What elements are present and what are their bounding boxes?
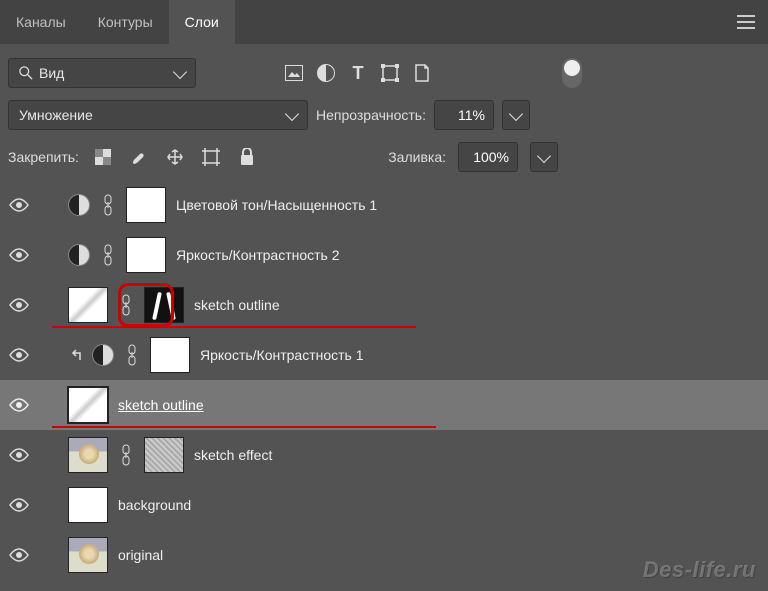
chevron-down-icon <box>509 106 523 120</box>
opacity-value[interactable]: 11% <box>434 100 494 130</box>
layer-row[interactable]: Цветовой тон/Насыщенность 1 <box>0 180 768 230</box>
visibility-icon[interactable] <box>8 244 30 266</box>
watermark: Des-life.ru <box>643 557 756 583</box>
layer-thumbnail[interactable] <box>68 287 108 323</box>
mask-thumbnail[interactable] <box>150 337 190 373</box>
chevron-down-icon <box>173 64 187 78</box>
search-icon <box>19 66 33 80</box>
visibility-icon[interactable] <box>8 344 30 366</box>
visibility-icon[interactable] <box>8 394 30 416</box>
layer-row[interactable]: Яркость/Контрастность 2 <box>0 230 768 280</box>
opacity-label: Непрозрачность: <box>316 107 426 123</box>
layer-name: sketch outline <box>194 297 280 313</box>
adjustment-icon <box>92 344 114 366</box>
tab-layers[interactable]: Слои <box>169 0 235 44</box>
lock-label: Закрепить: <box>8 149 79 165</box>
clipping-mask-icon <box>68 348 82 362</box>
chevron-down-icon <box>285 106 299 120</box>
link-icon[interactable] <box>118 443 134 467</box>
layer-name: Цветовой тон/Насыщенность 1 <box>176 197 377 213</box>
layer-thumbnail[interactable] <box>68 437 108 473</box>
layer-row[interactable]: sketch outline <box>0 280 768 330</box>
mask-thumbnail[interactable] <box>144 287 184 323</box>
filter-smartobject-icon[interactable] <box>410 61 434 85</box>
layer-name: background <box>118 497 191 513</box>
panel-menu-icon[interactable] <box>724 0 768 44</box>
layer-name: original <box>118 547 163 563</box>
visibility-icon[interactable] <box>8 294 30 316</box>
filter-image-icon[interactable] <box>282 61 306 85</box>
layer-filter-dropdown[interactable]: Вид <box>8 58 196 88</box>
visibility-icon[interactable] <box>8 494 30 516</box>
link-icon[interactable] <box>118 293 134 317</box>
opacity-stepper[interactable] <box>502 100 530 130</box>
tab-channels[interactable]: Каналы <box>0 0 82 44</box>
layer-thumbnail[interactable] <box>68 537 108 573</box>
link-icon[interactable] <box>100 193 116 217</box>
filter-adjustment-icon[interactable] <box>314 61 338 85</box>
mask-thumbnail[interactable] <box>144 437 184 473</box>
annotation-underline <box>52 326 416 328</box>
lock-paint-icon[interactable] <box>127 145 151 169</box>
layer-thumbnail[interactable] <box>68 387 108 423</box>
blend-mode-value: Умножение <box>19 107 93 123</box>
view-filter-label: Вид <box>39 65 64 81</box>
layer-row[interactable]: Яркость/Контрастность 1 <box>0 330 768 380</box>
layer-name: Яркость/Контрастность 2 <box>176 247 340 263</box>
lock-position-icon[interactable] <box>163 145 187 169</box>
filter-type-icon[interactable]: T <box>346 61 370 85</box>
layer-thumbnail[interactable] <box>68 487 108 523</box>
visibility-icon[interactable] <box>8 444 30 466</box>
link-icon[interactable] <box>100 243 116 267</box>
visibility-icon[interactable] <box>8 544 30 566</box>
adjustment-icon <box>68 194 90 216</box>
layer-row-selected[interactable]: sketch outline <box>0 380 768 430</box>
tab-paths[interactable]: Контуры <box>82 0 169 44</box>
layer-row[interactable]: background <box>0 480 768 530</box>
chevron-down-icon <box>537 148 551 162</box>
adjustment-icon <box>68 244 90 266</box>
mask-thumbnail[interactable] <box>126 237 166 273</box>
layer-name: sketch outline <box>118 397 204 413</box>
lock-artboard-icon[interactable] <box>199 145 223 169</box>
fill-value[interactable]: 100% <box>458 142 518 172</box>
layer-name: sketch effect <box>194 447 272 463</box>
fill-stepper[interactable] <box>530 142 558 172</box>
lock-all-icon[interactable] <box>235 145 259 169</box>
fill-label: Заливка: <box>388 149 446 165</box>
filter-toggle[interactable] <box>562 58 582 88</box>
blend-mode-dropdown[interactable]: Умножение <box>8 100 308 130</box>
link-icon[interactable] <box>124 343 140 367</box>
visibility-icon[interactable] <box>8 194 30 216</box>
annotation-underline <box>52 426 436 428</box>
layer-name: Яркость/Контрастность 1 <box>200 347 364 363</box>
mask-thumbnail[interactable] <box>126 187 166 223</box>
lock-transparency-icon[interactable] <box>91 145 115 169</box>
filter-shape-icon[interactable] <box>378 61 402 85</box>
layer-row[interactable]: sketch effect <box>0 430 768 480</box>
